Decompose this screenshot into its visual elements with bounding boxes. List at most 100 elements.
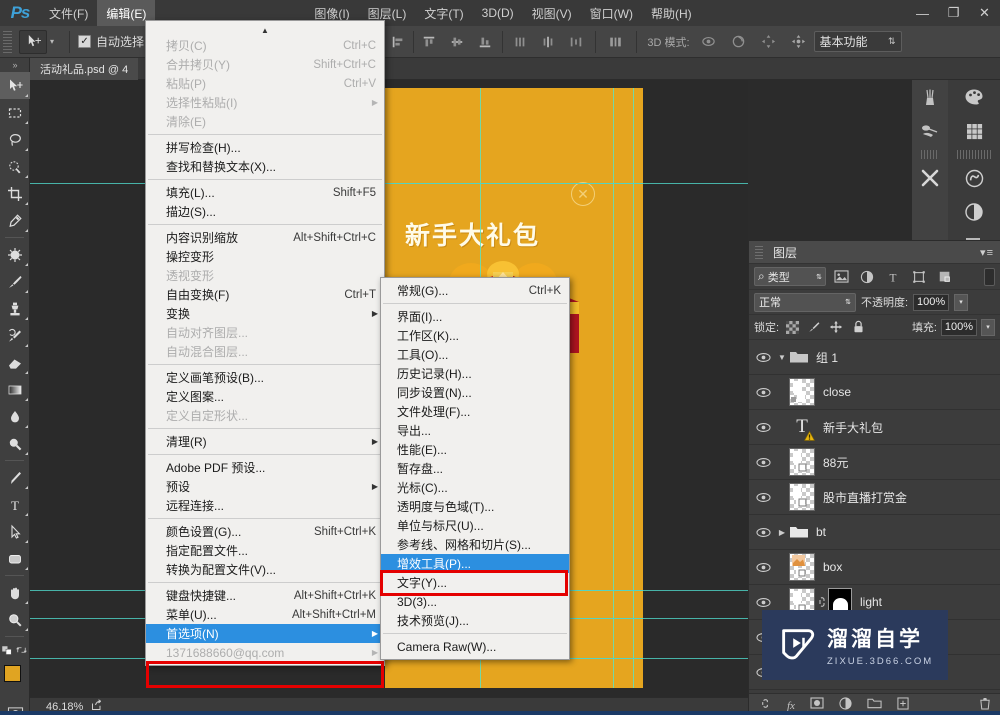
fill-value[interactable]: 100% bbox=[941, 318, 977, 336]
table-row[interactable]: 股市直播打赏金 bbox=[749, 480, 1000, 515]
lock-all-icon[interactable] bbox=[849, 318, 867, 336]
tool-marquee[interactable] bbox=[0, 99, 30, 126]
lock-image-pixels-icon[interactable] bbox=[805, 318, 823, 336]
pref-item-technology-previews[interactable]: 技术预览(J)... bbox=[381, 611, 569, 630]
filter-type-select[interactable]: ⌕ 类型 ⇅ bbox=[754, 267, 826, 286]
tool-zoom[interactable] bbox=[0, 606, 30, 633]
artboard-close-icon[interactable]: ✕ bbox=[571, 182, 595, 206]
pref-item-history-log[interactable]: 历史记录(H)... bbox=[381, 364, 569, 383]
filter-shape-icon[interactable] bbox=[908, 267, 930, 287]
fill-stepper-icon[interactable]: ▾ bbox=[981, 318, 995, 336]
menu-item-copy-merged[interactable]: 合并拷贝(Y) Shift+Ctrl+C bbox=[146, 55, 384, 74]
menu-item-define-brush-preset[interactable]: 定义画笔预设(B)... bbox=[146, 368, 384, 387]
menu-3d[interactable]: 3D(D) bbox=[473, 0, 523, 26]
swatches-panel-icon[interactable] bbox=[948, 114, 1000, 148]
slide-3d-icon[interactable] bbox=[788, 31, 810, 53]
menu-help[interactable]: 帮助(H) bbox=[642, 0, 701, 26]
panel-grip[interactable] bbox=[755, 245, 763, 259]
menu-item-transform[interactable]: 变换 ▶ bbox=[146, 304, 384, 323]
pref-item-export[interactable]: 导出... bbox=[381, 421, 569, 440]
layer-thumbnail[interactable] bbox=[789, 378, 815, 406]
workspace-selector[interactable]: 基本功能 ⇅ bbox=[813, 31, 902, 52]
layer-visibility-toggle[interactable] bbox=[751, 387, 775, 398]
menu-item-account[interactable]: 1371688660@qq.com ▶ bbox=[146, 643, 384, 662]
layers-tab[interactable]: 图层 bbox=[767, 244, 803, 261]
align-bottom-edges-icon[interactable] bbox=[474, 31, 496, 53]
rotate-3d-icon[interactable] bbox=[698, 31, 720, 53]
adjustments-icon[interactable] bbox=[912, 161, 948, 195]
menu-item-convert-to-profile[interactable]: 转换为配置文件(V)... bbox=[146, 560, 384, 579]
align-vertical-centers-icon[interactable] bbox=[446, 31, 468, 53]
menu-type[interactable]: 文字(T) bbox=[415, 0, 472, 26]
table-row[interactable]: 88元 bbox=[749, 445, 1000, 480]
menu-item-auto-align-layers[interactable]: 自动对齐图层... bbox=[146, 323, 384, 342]
minimize-button[interactable]: — bbox=[907, 0, 938, 26]
tool-type[interactable]: T bbox=[0, 491, 30, 518]
brush-presets-icon[interactable] bbox=[912, 114, 948, 148]
menu-item-define-pattern[interactable]: 定义图案... bbox=[146, 387, 384, 406]
menu-file[interactable]: 文件(F) bbox=[40, 0, 97, 26]
distribute-right-icon[interactable] bbox=[565, 31, 587, 53]
pref-item-scratch-disks[interactable]: 暂存盘... bbox=[381, 459, 569, 478]
group-twirl-icon[interactable]: ▼ bbox=[775, 353, 789, 362]
tool-clone-stamp[interactable] bbox=[0, 295, 30, 322]
menu-item-fill[interactable]: 填充(L)... Shift+F5 bbox=[146, 183, 384, 202]
layer-thumbnail[interactable] bbox=[789, 483, 815, 511]
pref-item-tools[interactable]: 工具(O)... bbox=[381, 345, 569, 364]
menu-window[interactable]: 窗口(W) bbox=[581, 0, 642, 26]
auto-select-checkbox[interactable]: ✓ bbox=[78, 35, 92, 48]
menu-item-color-settings[interactable]: 颜色设置(G)... Shift+Ctrl+K bbox=[146, 522, 384, 541]
pref-item-3d[interactable]: 3D(3)... bbox=[381, 592, 569, 611]
blend-mode-select[interactable]: 正常 ⇅ bbox=[754, 292, 856, 312]
creative-cloud-libraries-icon[interactable] bbox=[948, 161, 1000, 195]
pref-item-cursors[interactable]: 光标(C)... bbox=[381, 478, 569, 497]
menu-item-remote-connections[interactable]: 远程连接... bbox=[146, 496, 384, 515]
filter-pixel-icon[interactable] bbox=[830, 267, 852, 287]
layer-visibility-toggle[interactable] bbox=[751, 527, 775, 538]
pref-item-sync-settings[interactable]: 同步设置(N)... bbox=[381, 383, 569, 402]
tool-pen[interactable] bbox=[0, 464, 30, 491]
layer-visibility-toggle[interactable] bbox=[751, 457, 775, 468]
table-row[interactable]: ▶ bt bbox=[749, 515, 1000, 550]
filter-adjustment-icon[interactable] bbox=[856, 267, 878, 287]
close-button[interactable]: ✕ bbox=[969, 0, 1000, 26]
table-row[interactable]: box bbox=[749, 550, 1000, 585]
menu-scroll-up-icon[interactable]: ▲ bbox=[146, 24, 384, 36]
lock-position-icon[interactable] bbox=[827, 318, 845, 336]
menu-item-perspective-warp[interactable]: 透视变形 bbox=[146, 266, 384, 285]
layer-visibility-toggle[interactable] bbox=[751, 597, 775, 608]
menu-item-stroke[interactable]: 描边(S)... bbox=[146, 202, 384, 221]
menu-item-purge[interactable]: 清理(R) ▶ bbox=[146, 432, 384, 451]
edit-menu-dropdown[interactable]: ▲ 拷贝(C) Ctrl+C 合并拷贝(Y) Shift+Ctrl+C 粘贴(P… bbox=[145, 20, 385, 666]
tool-eyedropper[interactable] bbox=[0, 207, 30, 234]
tool-crop[interactable] bbox=[0, 180, 30, 207]
tool-rectangle[interactable] bbox=[0, 545, 30, 572]
restore-button[interactable]: ❐ bbox=[938, 0, 969, 26]
pref-item-interface[interactable]: 界面(I)... bbox=[381, 307, 569, 326]
pref-item-camera-raw[interactable]: Camera Raw(W)... bbox=[381, 637, 569, 656]
layer-visibility-toggle[interactable] bbox=[751, 352, 775, 363]
tool-hand[interactable] bbox=[0, 579, 30, 606]
menu-item-paste[interactable]: 粘贴(P) Ctrl+V bbox=[146, 74, 384, 93]
filter-smart-object-icon[interactable] bbox=[934, 267, 956, 287]
panel-menu-icon[interactable]: ▾≡ bbox=[980, 246, 994, 259]
brush-panel-icon[interactable] bbox=[912, 80, 948, 114]
layer-style-button[interactable]: fx bbox=[787, 698, 795, 712]
menu-view[interactable]: 视图(V) bbox=[523, 0, 581, 26]
menu-item-preferences[interactable]: 首选项(N) ▶ bbox=[146, 624, 384, 643]
tool-blur[interactable] bbox=[0, 403, 30, 430]
tool-brush[interactable] bbox=[0, 268, 30, 295]
table-row[interactable]: close bbox=[749, 375, 1000, 410]
pref-item-file-handling[interactable]: 文件处理(F)... bbox=[381, 402, 569, 421]
menu-item-find-replace-text[interactable]: 查找和替换文本(X)... bbox=[146, 157, 384, 176]
tool-quick-select[interactable] bbox=[0, 153, 30, 180]
lock-transparent-pixels-icon[interactable] bbox=[783, 318, 801, 336]
tool-healing-brush[interactable] bbox=[0, 241, 30, 268]
menu-item-adobe-pdf-presets[interactable]: Adobe PDF 预设... bbox=[146, 458, 384, 477]
align-top-edges-icon[interactable] bbox=[418, 31, 440, 53]
layer-thumbnail[interactable] bbox=[789, 553, 815, 581]
menu-item-free-transform[interactable]: 自由变换(F) Ctrl+T bbox=[146, 285, 384, 304]
swap-colors-icon[interactable] bbox=[15, 644, 28, 656]
foreground-color-swatch[interactable] bbox=[4, 665, 21, 682]
tool-preset-caret-icon[interactable]: ▾ bbox=[50, 37, 54, 46]
